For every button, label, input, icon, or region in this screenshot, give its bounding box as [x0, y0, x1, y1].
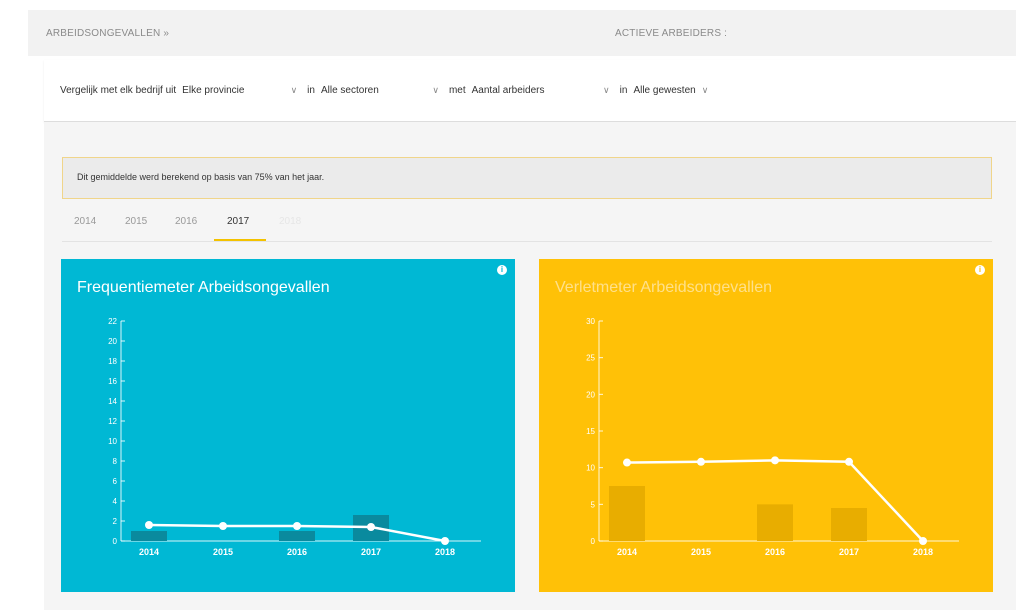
tab-2014[interactable]: 2014 [74, 216, 96, 227]
tab-2016[interactable]: 2016 [175, 216, 197, 227]
y-tick-label: 20 [586, 390, 595, 399]
y-tick-label: 5 [591, 500, 596, 509]
filter-met-text: met [448, 85, 466, 96]
filter-prefix-text: Vergelijk met elk bedrijf uit [60, 85, 177, 96]
workers-select[interactable]: Aantal arbeiders ∨ [472, 85, 610, 96]
region-select-value: Alle gewesten [633, 85, 696, 96]
province-select-value: Elke provincie [182, 85, 245, 96]
data-point [771, 456, 779, 465]
filter-bar: Vergelijk met elk bedrijf uit Elke provi… [44, 60, 1016, 122]
active-tab-indicator [214, 239, 266, 241]
bar [831, 508, 867, 541]
bar [609, 486, 645, 541]
data-point [623, 458, 631, 467]
data-point [145, 521, 153, 529]
x-tick-label: 2014 [617, 547, 637, 557]
tab-2018[interactable]: 2018 [279, 216, 301, 227]
data-point [919, 537, 927, 545]
workers-select-value: Aantal arbeiders [471, 85, 545, 96]
x-tick-label: 2018 [913, 547, 933, 557]
y-tick-label: 6 [113, 477, 118, 486]
filter-in-text-2: in [619, 85, 628, 96]
y-tick-label: 8 [113, 457, 118, 466]
chevron-down-icon: ∨ [432, 85, 439, 95]
breadcrumb[interactable]: ARBEIDSONGEVALLEN » [46, 28, 169, 39]
severity-chart: 0 5 10 15 20 25 30 2014 2015 2016 2017 2018 [586, 317, 959, 557]
notice-banner: Dit gemiddelde werd berekend op basis va… [62, 157, 992, 199]
y-tick-label: 16 [108, 377, 117, 386]
x-tick-label: 2015 [213, 547, 233, 557]
y-tick-label: 18 [108, 357, 117, 366]
year-tabs: 2014 2015 2016 2017 2018 [62, 210, 992, 242]
y-tick-label: 14 [108, 397, 117, 406]
region-select[interactable]: Alle gewesten ∨ [633, 85, 708, 96]
frequency-chart-card: Frequentiemeter Arbeidsongevallen i 0246… [61, 259, 515, 592]
bar [131, 531, 167, 541]
y-tick-label: 25 [586, 354, 595, 363]
data-point [697, 457, 705, 466]
bar [279, 531, 315, 541]
tab-2017[interactable]: 2017 [227, 216, 249, 227]
y-tick-label: 20 [108, 337, 117, 346]
y-tick-label: 0 [591, 537, 596, 546]
x-tick-label: 2014 [139, 547, 159, 557]
sector-select-value: Alle sectoren [320, 85, 379, 96]
bar [757, 504, 793, 541]
top-header-bar: ARBEIDSONGEVALLEN » ACTIEVE ARBEIDERS : [28, 10, 1016, 56]
data-point [293, 522, 301, 530]
chevron-down-icon: ∨ [603, 85, 610, 95]
frequency-chart: 0 2 4 6 8 10 12 14 16 18 20 22 2014 2015 2016 2017 2018 [108, 317, 481, 557]
y-tick-label: 15 [586, 427, 595, 436]
notice-text: Dit gemiddelde werd berekend op basis va… [77, 172, 325, 182]
y-tick-label: 4 [113, 497, 118, 506]
y-tick-label: 12 [108, 417, 117, 426]
severity-chart-card: Verletmeter Arbeidsongevallen i 0 5 10 15 20… [539, 259, 993, 592]
chevron-down-icon: ∨ [701, 85, 709, 95]
x-tick-label: 2016 [287, 547, 307, 557]
data-point [367, 523, 375, 531]
y-tick-label: 22 [108, 317, 117, 326]
data-point [219, 522, 227, 530]
province-select[interactable]: Elke provincie ∨ [182, 85, 297, 96]
x-tick-label: 2018 [435, 547, 455, 557]
data-point [845, 457, 853, 466]
y-tick-label: 10 [586, 464, 595, 473]
x-tick-label: 2017 [839, 547, 859, 557]
x-tick-label: 2015 [691, 547, 711, 557]
tab-2015[interactable]: 2015 [125, 216, 147, 227]
x-tick-label: 2016 [765, 547, 785, 557]
sector-select[interactable]: Alle sectoren ∨ [321, 85, 439, 96]
filter-in-text: in [307, 85, 315, 96]
y-tick-label: 2 [113, 517, 118, 526]
chevron-down-icon: ∨ [290, 85, 298, 95]
data-point [441, 537, 449, 545]
y-tick-label: 10 [108, 437, 117, 446]
y-tick-label: 30 [586, 317, 595, 326]
active-workers-label: ACTIEVE ARBEIDERS : [615, 28, 728, 39]
y-tick-label: 0 [113, 537, 118, 546]
x-tick-label: 2017 [361, 547, 381, 557]
